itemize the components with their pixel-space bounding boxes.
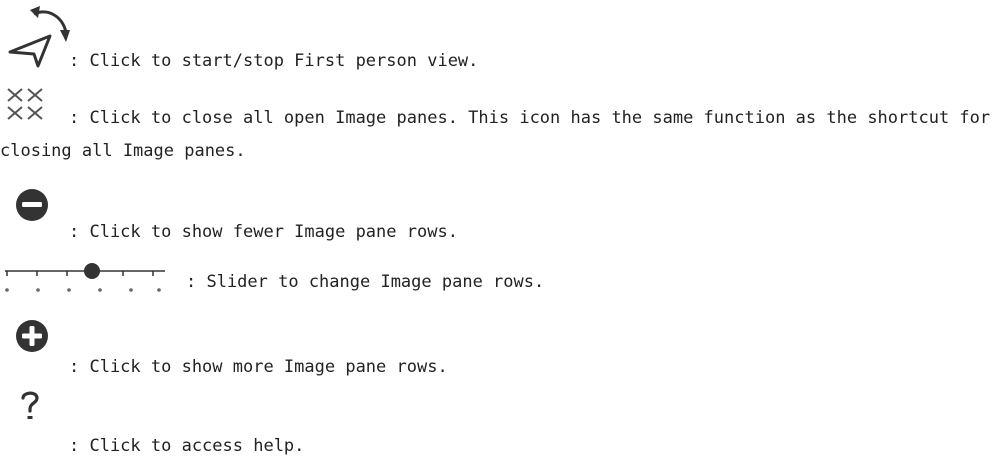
fewer-rows-description: : Click to show fewer Image pane rows. bbox=[69, 222, 458, 242]
legend-item-close-all-panes: : Click to close all open Image panes. T… bbox=[0, 80, 999, 180]
first-person-view-icon[interactable] bbox=[4, 4, 76, 68]
rows-slider-description: : Slider to change Image pane rows. bbox=[186, 272, 545, 292]
minus-circle-icon[interactable] bbox=[14, 187, 50, 223]
help-description: : Click to access help. bbox=[69, 436, 305, 456]
first-person-view-description: : Click to start/stop First person view. bbox=[69, 51, 479, 71]
plus-circle-icon[interactable] bbox=[14, 318, 50, 354]
legend-item-rows-slider: : Slider to change Image pane rows. bbox=[0, 250, 999, 310]
legend-item-help: : Click to access help. bbox=[0, 385, 999, 462]
legend-item-first-person-view: : Click to start/stop First person view. bbox=[0, 0, 999, 80]
rows-slider-icon[interactable] bbox=[3, 259, 167, 299]
legend-item-more-rows: : Click to show more Image pane rows. bbox=[0, 310, 999, 390]
more-rows-description: : Click to show more Image pane rows. bbox=[69, 357, 448, 377]
close-all-panes-description: : Click to close all open Image panes. T… bbox=[0, 108, 991, 161]
help-icon[interactable] bbox=[19, 389, 41, 423]
legend-item-fewer-rows: : Click to show fewer Image pane rows. bbox=[0, 180, 999, 250]
